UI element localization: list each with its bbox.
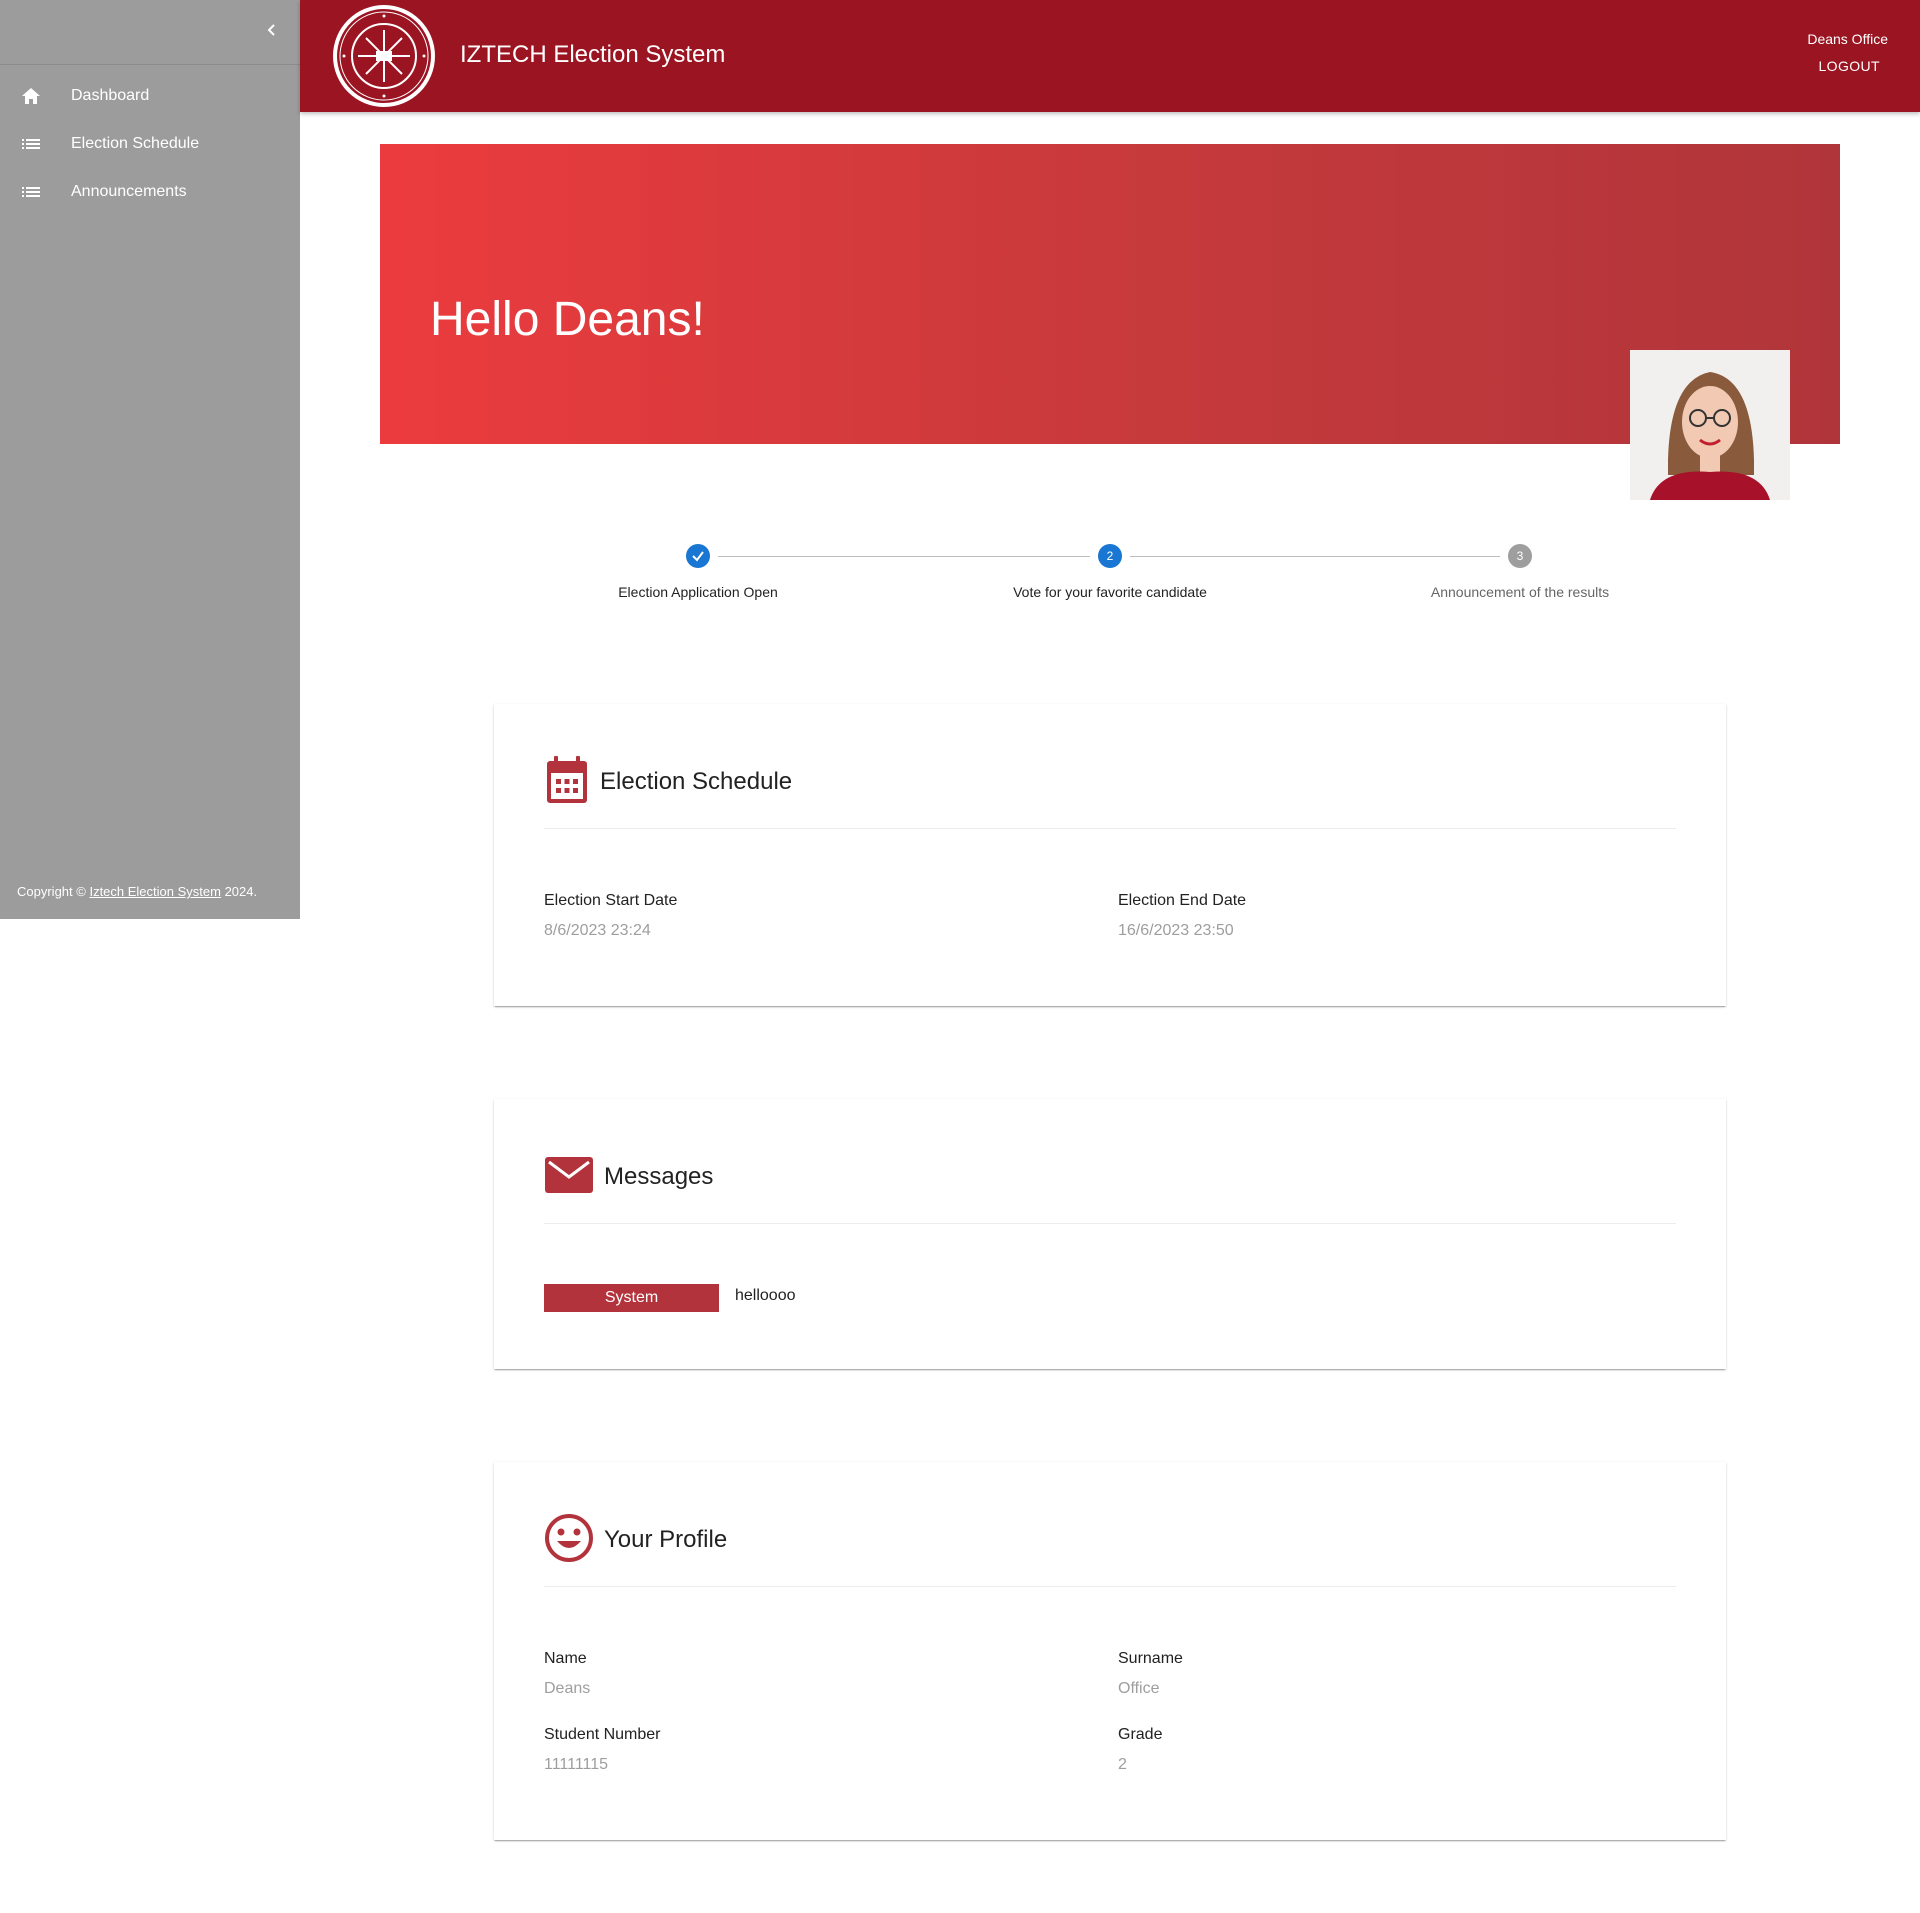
list-icon (16, 136, 46, 152)
home-icon (16, 86, 46, 106)
university-logo (332, 4, 436, 108)
collapse-sidebar-button[interactable] (260, 18, 284, 42)
message-text: helloooo (735, 1287, 796, 1304)
copyright-suffix: 2024. (224, 884, 258, 899)
name-label: Name (544, 1650, 587, 1667)
message-sender-badge: System (544, 1284, 719, 1312)
step-number: 3 (1508, 544, 1532, 568)
sidebar-divider (0, 64, 300, 65)
copyright-link[interactable]: Iztech Election System (89, 884, 221, 899)
student-number-label: Student Number (544, 1726, 661, 1743)
step-connector (718, 556, 1090, 557)
card-title: Your Profile (604, 1526, 728, 1553)
smiley-icon (544, 1513, 594, 1568)
sidebar: Dashboard Election Schedule Announcement… (0, 0, 300, 919)
name-value: Deans (544, 1680, 591, 1697)
start-date-value: 8/6/2023 23:24 (544, 922, 651, 939)
sidebar-item-label: Dashboard (71, 87, 150, 104)
student-number-value: 11111115 (544, 1756, 609, 1773)
step-number: 2 (1098, 544, 1122, 568)
step-label: Announcement of the results (1430, 584, 1610, 600)
step-label: Election Application Open (618, 584, 778, 600)
sidebar-item-dashboard[interactable]: Dashboard (0, 72, 300, 120)
copyright-prefix: Copyright © (17, 884, 86, 899)
sidebar-item-election-schedule[interactable]: Election Schedule (0, 120, 300, 168)
list-icon (16, 184, 46, 200)
calendar-icon (544, 755, 590, 810)
app-header: IZTECH Election System Deans Office LOGO… (300, 0, 1920, 112)
card-divider (544, 828, 1676, 829)
step-completed-icon (686, 544, 710, 568)
chevron-left-icon (267, 24, 275, 36)
grade-value: 2 (1118, 1756, 1127, 1773)
end-date-value: 16/6/2023 23:50 (1118, 922, 1234, 939)
card-header: Election Schedule (544, 755, 793, 810)
card-header: Your Profile (544, 1513, 728, 1568)
check-icon (692, 551, 704, 562)
current-user-name: Deans Office (1807, 31, 1888, 47)
surname-label: Surname (1118, 1650, 1183, 1667)
mail-icon (544, 1155, 594, 1200)
election-schedule-card: Election Schedule Election Start Date 8/… (494, 704, 1726, 1006)
sidebar-item-label: Announcements (71, 183, 187, 200)
grade-label: Grade (1118, 1726, 1163, 1743)
card-title: Messages (604, 1163, 714, 1190)
greeting-title: Hello Deans! (430, 293, 705, 346)
surname-value: Office (1118, 1680, 1160, 1697)
election-stepper: 2 3 Election Application Open Vote for y… (0, 540, 1920, 610)
step-label: Vote for your favorite candidate (1013, 584, 1207, 600)
profile-card: Your Profile Name Deans Surname Office S… (494, 1462, 1726, 1840)
step-connector (1130, 556, 1500, 557)
card-title: Election Schedule (600, 768, 793, 795)
sidebar-item-announcements[interactable]: Announcements (0, 168, 300, 216)
end-date-label: Election End Date (1118, 892, 1247, 909)
messages-card: Messages System helloooo (494, 1099, 1726, 1369)
welcome-banner: Hello Deans! (380, 144, 1840, 444)
card-divider (544, 1223, 1676, 1224)
card-divider (544, 1586, 1676, 1587)
logout-button[interactable]: LOGOUT (1818, 58, 1880, 74)
sidebar-item-label: Election Schedule (71, 135, 200, 152)
card-header: Messages (544, 1151, 713, 1203)
profile-avatar (1630, 350, 1790, 500)
copyright: Copyright © Iztech Election System 2024. (17, 884, 257, 899)
start-date-label: Election Start Date (544, 892, 678, 909)
app-title: IZTECH Election System (460, 41, 726, 68)
